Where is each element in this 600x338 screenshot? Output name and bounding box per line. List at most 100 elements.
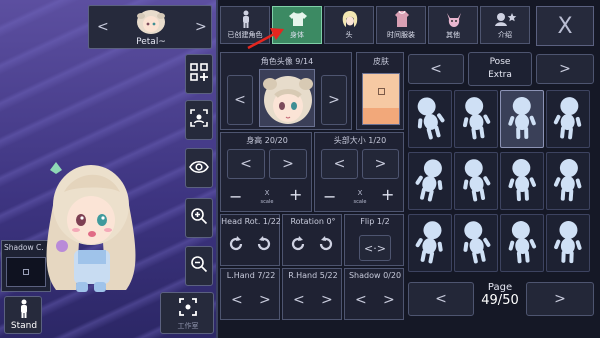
pose-option[interactable] <box>500 90 544 148</box>
pose-next-button[interactable]: > <box>536 54 594 84</box>
pose-option[interactable] <box>454 90 498 148</box>
pose-prev-button[interactable]: < <box>408 54 464 84</box>
height-scale-plus-button[interactable]: + <box>289 185 302 204</box>
pose-option[interactable] <box>546 152 590 210</box>
head-rot-section: Head Rot. 1/22 <box>220 214 281 266</box>
chevron-right-icon: > <box>559 61 571 77</box>
pose-figure-icon <box>554 221 582 264</box>
height-title: 身高 20/20 <box>246 136 288 145</box>
skin-color-bottom <box>363 108 399 124</box>
pose-figure-icon <box>553 97 582 140</box>
scan-face-button[interactable] <box>185 100 213 140</box>
zoom-in-icon <box>190 207 208 229</box>
pose-figure-icon <box>463 97 491 140</box>
visibility-button[interactable] <box>185 148 213 188</box>
studio-button[interactable]: 工作室 <box>160 292 214 334</box>
pose-line1: Pose <box>489 57 511 67</box>
close-button[interactable]: X <box>536 6 594 46</box>
head-prev-button[interactable]: < <box>227 75 253 125</box>
tab-label: 介绍 <box>498 31 512 39</box>
flip-title: Flip 1/2 <box>360 217 390 226</box>
standing-person-icon <box>18 299 30 323</box>
add-items-icon <box>190 63 208 85</box>
next-character-button[interactable]: > <box>195 20 207 34</box>
head-size-increase-button[interactable]: > <box>362 149 399 179</box>
add-items-button[interactable] <box>185 54 213 94</box>
close-icon: X <box>557 13 573 39</box>
rotate-cw-icon[interactable] <box>255 235 273 257</box>
tab-other[interactable]: 其他 <box>428 6 478 44</box>
tab-profile[interactable]: 介绍 <box>480 6 530 44</box>
skin-section: 皮肤 <box>356 52 404 130</box>
height-increase-button[interactable]: > <box>269 149 307 179</box>
lhand-next-button[interactable]: > <box>259 293 271 307</box>
page-indicator: Page 49/50 <box>476 282 524 308</box>
lhand-title: L.Hand 7/22 <box>226 271 276 280</box>
zoom-in-button[interactable] <box>185 198 213 238</box>
head-rot-title: Head Rot. 1/22 <box>221 217 281 226</box>
shirt-icon <box>288 11 308 31</box>
chevron-right-icon: > <box>328 92 340 108</box>
pose-figure-icon <box>415 159 443 202</box>
pose-option[interactable] <box>500 214 544 272</box>
head-size-scale-plus-button[interactable]: + <box>381 185 394 204</box>
zoom-out-button[interactable] <box>185 246 213 286</box>
pose-option[interactable] <box>546 90 590 148</box>
shadow-title: Shadow 0/20 <box>348 271 402 280</box>
pose-option[interactable] <box>500 152 544 210</box>
lhand-prev-button[interactable]: < <box>231 293 243 307</box>
head-size-scale-minus-button[interactable]: − <box>323 187 336 206</box>
pose-line2: Extra <box>488 70 512 80</box>
head-next-button[interactable]: > <box>321 75 347 125</box>
pose-option[interactable] <box>408 214 452 272</box>
skin-title: 皮肤 <box>373 57 389 66</box>
tab-outfits[interactable]: 时间服装 <box>376 6 426 44</box>
rotate-cw-icon[interactable] <box>317 235 335 257</box>
shadow-next-button[interactable]: > <box>383 293 395 307</box>
shadow-prev-button[interactable]: < <box>355 293 367 307</box>
chevron-left-icon: < <box>430 61 442 77</box>
page-next-button[interactable]: > <box>526 282 594 316</box>
rhand-next-button[interactable]: > <box>321 293 333 307</box>
pose-option[interactable] <box>408 90 452 148</box>
skin-color-button[interactable] <box>362 73 400 125</box>
stand-button[interactable]: Stand <box>4 296 42 334</box>
pose-figure-icon <box>463 221 491 264</box>
pose-option[interactable] <box>408 152 452 210</box>
pose-figure-icon <box>415 221 443 264</box>
chevron-left-icon: < <box>234 92 246 108</box>
height-decrease-button[interactable]: < <box>227 149 265 179</box>
square-icon <box>377 87 385 95</box>
page-prev-button[interactable]: < <box>408 282 474 316</box>
zoom-out-icon <box>190 255 208 277</box>
chevron-right-icon: > <box>554 291 566 307</box>
pose-category-label: Pose Extra <box>468 52 532 86</box>
tab-head[interactable]: 头 <box>324 6 374 44</box>
height-scale-minus-button[interactable]: − <box>229 187 242 206</box>
pose-option[interactable] <box>454 214 498 272</box>
head-size-section: 头部大小 1/20 < > − Xscale + <box>314 132 404 212</box>
rotate-ccw-icon[interactable] <box>289 235 307 257</box>
character-sprite[interactable] <box>36 150 146 300</box>
prev-character-button[interactable]: < <box>97 20 109 34</box>
rotate-ccw-icon[interactable] <box>227 235 245 257</box>
chevron-left-icon: < <box>435 291 447 307</box>
rhand-section: R.Hand 5/22 < > <box>282 268 342 320</box>
pose-figure-icon <box>553 159 582 202</box>
rhand-title: R.Hand 5/22 <box>288 271 338 280</box>
scan-face-icon <box>190 109 208 131</box>
pose-figure-icon <box>417 97 445 140</box>
chevron-left-icon: < <box>333 156 346 172</box>
head-preview <box>259 69 315 127</box>
flip-button[interactable]: <·> <box>359 235 391 261</box>
chevron-right-icon: > <box>374 156 387 172</box>
pose-option[interactable] <box>454 152 498 210</box>
rhand-prev-button[interactable]: < <box>293 293 305 307</box>
pose-option[interactable] <box>546 214 590 272</box>
head-size-decrease-button[interactable]: < <box>321 149 358 179</box>
square-icon <box>23 269 29 275</box>
page-label: Page <box>487 282 513 293</box>
head-size-scale-reset-button[interactable]: Xscale <box>348 189 372 206</box>
height-scale-reset-button[interactable]: Xscale <box>255 189 279 206</box>
pose-figure-icon <box>508 159 536 202</box>
